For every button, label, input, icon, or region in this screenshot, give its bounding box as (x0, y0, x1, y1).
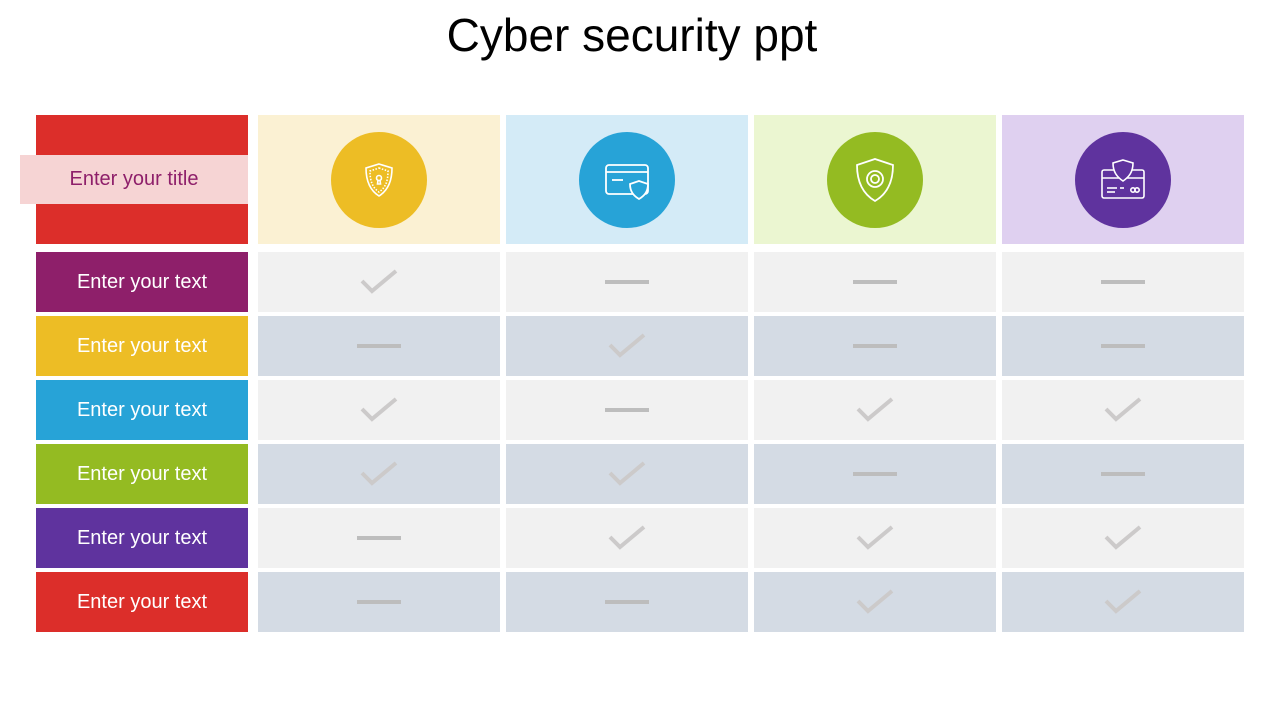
row-label-2[interactable]: Enter your text (36, 316, 248, 376)
dash-icon (853, 280, 897, 284)
column-header-4 (1002, 115, 1244, 244)
row-label-1[interactable]: Enter your text (36, 252, 248, 312)
card-reader-shield-icon (1099, 158, 1147, 202)
dash-icon (357, 536, 401, 540)
icon-circle (331, 131, 427, 228)
column-header-2 (506, 115, 748, 244)
table-cell (754, 508, 996, 568)
dash-icon (1101, 472, 1145, 476)
table-cell (258, 252, 500, 312)
table-cell (1002, 316, 1244, 376)
table-cell (1002, 572, 1244, 632)
table-cell (1002, 380, 1244, 440)
shield-eye-icon (853, 156, 897, 204)
check-icon (1103, 587, 1143, 617)
table-cell (754, 380, 996, 440)
dash-icon (605, 600, 649, 604)
table-cell (506, 316, 748, 376)
check-icon (359, 395, 399, 425)
column-header-1 (258, 115, 500, 244)
table-cell (754, 252, 996, 312)
row-label-5[interactable]: Enter your text (36, 508, 248, 568)
dash-icon (853, 344, 897, 348)
table-cell (506, 444, 748, 504)
row-label-6[interactable]: Enter your text (36, 572, 248, 632)
table-cell (754, 444, 996, 504)
table-cell (1002, 252, 1244, 312)
check-icon (607, 523, 647, 553)
check-icon (855, 523, 895, 553)
row-label-4[interactable]: Enter your text (36, 444, 248, 504)
slide-title: Cyber security ppt (446, 9, 818, 61)
table-cell (1002, 444, 1244, 504)
check-icon (1103, 523, 1143, 553)
dash-icon (605, 280, 649, 284)
header-title-box[interactable]: Enter your title (20, 155, 248, 204)
dash-icon (853, 472, 897, 476)
table-cell (258, 316, 500, 376)
table-cell (258, 380, 500, 440)
column-header-3 (754, 115, 996, 244)
shield-keyhole-icon (359, 160, 399, 200)
table-cell (506, 572, 748, 632)
check-icon (855, 587, 895, 617)
check-icon (855, 395, 895, 425)
table-cell (506, 252, 748, 312)
check-icon (607, 331, 647, 361)
table-cell (754, 316, 996, 376)
table-cell (258, 572, 500, 632)
table-cell (754, 572, 996, 632)
check-icon (359, 459, 399, 489)
row-label-3[interactable]: Enter your text (36, 380, 248, 440)
table-cell (506, 380, 748, 440)
table-cell (506, 508, 748, 568)
icon-circle (1075, 131, 1171, 228)
icon-circle (827, 131, 923, 228)
dash-icon (357, 344, 401, 348)
table-cell (258, 508, 500, 568)
credit-card-shield-icon (603, 160, 651, 200)
check-icon (359, 267, 399, 297)
table-cell (1002, 508, 1244, 568)
icon-circle (579, 131, 675, 228)
dash-icon (1101, 344, 1145, 348)
table-cell (258, 444, 500, 504)
dash-icon (1101, 280, 1145, 284)
check-icon (1103, 395, 1143, 425)
check-icon (607, 459, 647, 489)
dash-icon (605, 408, 649, 412)
dash-icon (357, 600, 401, 604)
